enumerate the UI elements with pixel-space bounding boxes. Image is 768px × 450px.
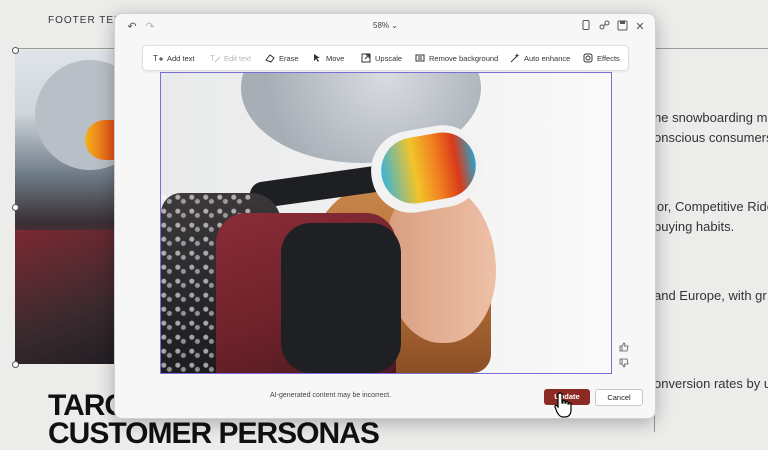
slide-body-text: onscious consumers — [654, 130, 768, 145]
copy-icon[interactable] — [579, 20, 593, 34]
edit-text-label: Edit text — [224, 53, 252, 63]
share-icon[interactable] — [597, 20, 611, 34]
ai-disclaimer: AI-generated content may be incorrect. — [270, 392, 392, 399]
zoom-dropdown[interactable]: 58% ⌄ — [373, 21, 398, 30]
hand-cursor-icon — [554, 392, 572, 418]
add-text-icon: T — [153, 53, 163, 63]
edit-text-icon: T — [210, 53, 221, 63]
edit-toolbar: T Add text T Edit text Erase Move Upscal… — [142, 45, 629, 71]
edit-text-button[interactable]: T Edit text — [210, 46, 251, 70]
auto-enhance-label: Auto enhance — [524, 53, 571, 63]
image-editor-dialog: ↶ ↷ 58% ⌄ ✕ T Add text T Edit text Erase — [114, 13, 656, 419]
erase-label: Erase — [279, 53, 299, 63]
chevron-down-icon: ⌄ — [391, 21, 398, 30]
add-text-label: Add text — [167, 53, 195, 63]
dialog-title-bar: ↶ ↷ 58% ⌄ ✕ — [115, 14, 655, 40]
upscale-icon — [361, 53, 371, 63]
effects-button[interactable]: Effects — [583, 46, 620, 70]
selection-handle[interactable] — [12, 47, 19, 54]
remove-background-label: Remove background — [429, 53, 499, 63]
slide-photo[interactable] — [15, 50, 115, 364]
selection-handle[interactable] — [12, 204, 19, 211]
upscale-label: Upscale — [375, 53, 403, 63]
thumbs-up-icon[interactable] — [618, 342, 630, 354]
erase-icon — [265, 53, 275, 63]
add-text-button[interactable]: T Add text — [153, 46, 195, 70]
svg-text:T: T — [153, 54, 158, 63]
cancel-button[interactable]: Cancel — [595, 389, 643, 406]
effects-label: Effects — [597, 53, 620, 63]
zoom-value: 58% — [373, 21, 390, 30]
move-label: Move — [326, 53, 345, 63]
slide-body-text: buying habits. — [654, 219, 735, 234]
auto-enhance-icon — [510, 53, 520, 63]
photo-balaclava — [281, 223, 401, 373]
slide-body-text: onversion rates by u — [654, 376, 768, 391]
auto-enhance-button[interactable]: Auto enhance — [510, 46, 570, 70]
slide-body-text: he snowboarding m — [654, 110, 768, 125]
move-icon — [312, 53, 322, 63]
move-button[interactable]: Move — [312, 46, 344, 70]
selection-handle[interactable] — [12, 361, 19, 368]
effects-icon — [583, 53, 593, 63]
slide-heading: CUSTOMER PERSONAS — [48, 417, 380, 450]
remove-background-button[interactable]: Remove background — [415, 46, 498, 70]
svg-text:T: T — [210, 54, 215, 63]
undo-icon[interactable]: ↶ — [125, 20, 139, 34]
save-icon[interactable] — [615, 20, 629, 34]
redo-icon[interactable]: ↷ — [143, 20, 157, 34]
remove-background-icon — [415, 53, 425, 63]
slide-photo-jacket — [15, 230, 115, 364]
upscale-button[interactable]: Upscale — [361, 46, 402, 70]
close-icon[interactable]: ✕ — [633, 20, 647, 34]
image-canvas[interactable] — [160, 72, 612, 374]
thumbs-down-icon[interactable] — [618, 358, 630, 370]
slide-body-text: and Europe, with gr — [654, 288, 767, 303]
erase-button[interactable]: Erase — [265, 46, 299, 70]
slide-body-text: lor, Competitive Ride — [654, 199, 768, 214]
